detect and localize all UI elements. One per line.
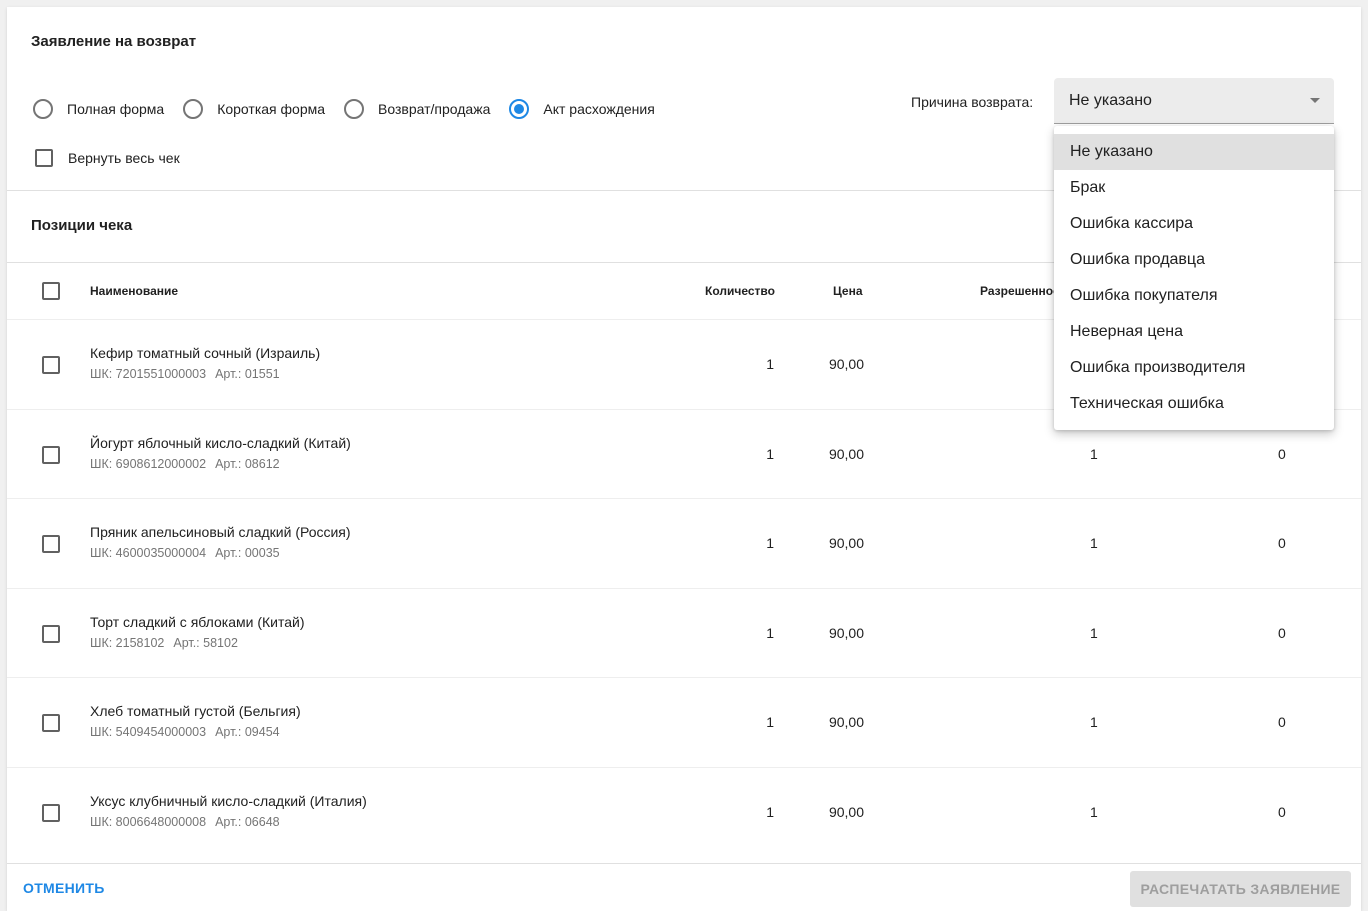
dropdown-option-not-specified[interactable]: Не указано [1054, 134, 1334, 170]
row-checkbox[interactable] [42, 356, 60, 374]
checkbox-label: Вернуть весь чек [68, 150, 180, 166]
item-allowed: 1 [1090, 803, 1098, 820]
item-article: Арт.: 01551 [215, 367, 280, 381]
row-checkbox[interactable] [42, 803, 60, 822]
table-row: Торт сладкий с яблоками (Китай) ШК: 2158… [7, 589, 1361, 679]
return-reason-dropdown-menu: Не указано Брак Ошибка кассира Ошибка пр… [1054, 126, 1334, 430]
radio-discrepancy-act[interactable]: Акт расхождения [509, 99, 655, 119]
column-header-name: Наименование [90, 284, 179, 298]
item-article: Арт.: 08612 [215, 456, 280, 471]
row-checkbox[interactable] [42, 535, 60, 554]
column-header-allowed: Разрешенное [980, 284, 1060, 298]
table-row: Пряник апельсиновый сладкий (Россия) ШК:… [7, 499, 1361, 589]
section-title: Позиции чека [31, 217, 133, 234]
table-row: Хлеб томатный густой (Бельгия) ШК: 54094… [7, 678, 1361, 768]
return-reason-select[interactable]: Не указано [1054, 78, 1334, 124]
item-barcode: ШК: 2158102 [90, 635, 165, 650]
radio-label: Короткая форма [217, 101, 326, 117]
item-name: Торт сладкий с яблоками (Китай) [90, 613, 305, 630]
item-barcode: ШК: 8006648000008 [90, 814, 207, 829]
dropdown-option-cashier-error[interactable]: Ошибка кассира [1054, 206, 1334, 242]
item-allowed: 1 [1090, 624, 1098, 641]
dropdown-option-buyer-error[interactable]: Ошибка покупателя [1054, 278, 1334, 314]
item-returned: 0 [1278, 803, 1286, 820]
page-title: Заявление на возврат [31, 33, 197, 50]
dropdown-option-technical-error[interactable]: Техническая ошибка [1054, 386, 1334, 422]
radio-full-form[interactable]: Полная форма [33, 99, 164, 119]
item-meta: ШК: 8006648000008 Арт.: 06648 [90, 815, 280, 829]
row-checkbox[interactable] [42, 445, 60, 464]
item-quantity: 1 [766, 445, 774, 462]
item-meta: ШК: 2158102 Арт.: 58102 [90, 636, 238, 650]
item-returned: 0 [1278, 445, 1286, 462]
item-meta: ШК: 5409454000003 Арт.: 09454 [90, 725, 280, 739]
item-price: 90,00 [828, 714, 864, 731]
radio-button-checked[interactable] [509, 99, 530, 119]
item-allowed: 1 [1090, 445, 1098, 462]
select-value: Не указано [1069, 91, 1152, 109]
radio-label: Возврат/продажа [378, 101, 491, 117]
item-price: 90,00 [828, 356, 864, 372]
radio-label: Акт расхождения [543, 101, 655, 117]
item-returned: 0 [1278, 714, 1286, 731]
item-returned: 0 [1278, 624, 1286, 641]
radio-button[interactable] [344, 99, 365, 119]
return-whole-receipt-checkbox[interactable]: Вернуть весь чек [35, 149, 180, 167]
print-application-button: РАСПЕЧАТАТЬ ЗАЯВЛЕНИЕ [1130, 871, 1351, 907]
item-allowed: 1 [1090, 535, 1098, 552]
footer-actions: ОТМЕНИТЬ РАСПЕЧАТАТЬ ЗАЯВЛЕНИЕ [7, 863, 1361, 911]
item-returned: 0 [1278, 535, 1286, 552]
column-header-price: Цена [833, 284, 863, 298]
item-name: Кефир томатный сочный (Израиль) [90, 345, 321, 361]
item-quantity: 1 [766, 535, 774, 552]
row-checkbox[interactable] [42, 714, 60, 733]
radio-button[interactable] [33, 99, 53, 119]
item-price: 90,00 [828, 803, 864, 820]
item-article: Арт.: 09454 [215, 725, 280, 740]
form-mode-radio-group: Полная форма Короткая форма Возврат/прод… [33, 98, 674, 120]
item-quantity: 1 [766, 624, 774, 641]
item-name: Хлеб томатный густой (Бельгия) [90, 703, 301, 720]
radio-button[interactable] [183, 99, 204, 119]
caret-down-icon [1310, 98, 1320, 103]
item-name: Уксус клубничный кисло-сладкий (Италия) [90, 792, 367, 809]
item-quantity: 1 [766, 803, 774, 820]
table-row: Уксус клубничный кисло-сладкий (Италия) … [7, 768, 1361, 858]
item-meta: ШК: 7201551000003 Арт.: 01551 [90, 367, 280, 381]
item-price: 90,00 [828, 445, 864, 462]
item-barcode: ШК: 4600035000004 [90, 546, 207, 561]
item-quantity: 1 [766, 356, 774, 372]
return-reason-label: Причина возврата: [911, 94, 1034, 110]
dropdown-option-manufacturer-error[interactable]: Ошибка производителя [1054, 350, 1334, 386]
item-article: Арт.: 58102 [173, 635, 238, 650]
dropdown-option-seller-error[interactable]: Ошибка продавца [1054, 242, 1334, 278]
checkbox[interactable] [35, 149, 53, 167]
item-allowed: 1 [1090, 714, 1098, 731]
item-barcode: ШК: 6908612000002 [90, 456, 207, 471]
item-meta: ШК: 4600035000004 Арт.: 00035 [90, 546, 280, 560]
row-checkbox[interactable] [42, 624, 60, 643]
item-name: Йогурт яблочный кисло-сладкий (Китай) [90, 434, 351, 451]
dropdown-option-defect[interactable]: Брак [1054, 170, 1334, 206]
dropdown-option-wrong-price[interactable]: Неверная цена [1054, 314, 1334, 350]
item-article: Арт.: 06648 [215, 814, 280, 829]
item-article: Арт.: 00035 [215, 546, 280, 561]
item-quantity: 1 [766, 714, 774, 731]
item-price: 90,00 [828, 535, 864, 552]
item-price: 90,00 [828, 624, 864, 641]
item-name: Пряник апельсиновый сладкий (Россия) [90, 524, 351, 541]
column-header-quantity: Количество [705, 284, 775, 298]
radio-return-sale[interactable]: Возврат/продажа [344, 99, 490, 119]
item-barcode: ШК: 5409454000003 [90, 725, 207, 740]
radio-label: Полная форма [67, 101, 165, 117]
cancel-button[interactable]: ОТМЕНИТЬ [23, 880, 105, 896]
radio-short-form[interactable]: Короткая форма [183, 99, 325, 119]
item-meta: ШК: 6908612000002 Арт.: 08612 [90, 457, 280, 471]
select-all-checkbox[interactable] [42, 282, 60, 300]
item-barcode: ШК: 7201551000003 [90, 367, 207, 381]
